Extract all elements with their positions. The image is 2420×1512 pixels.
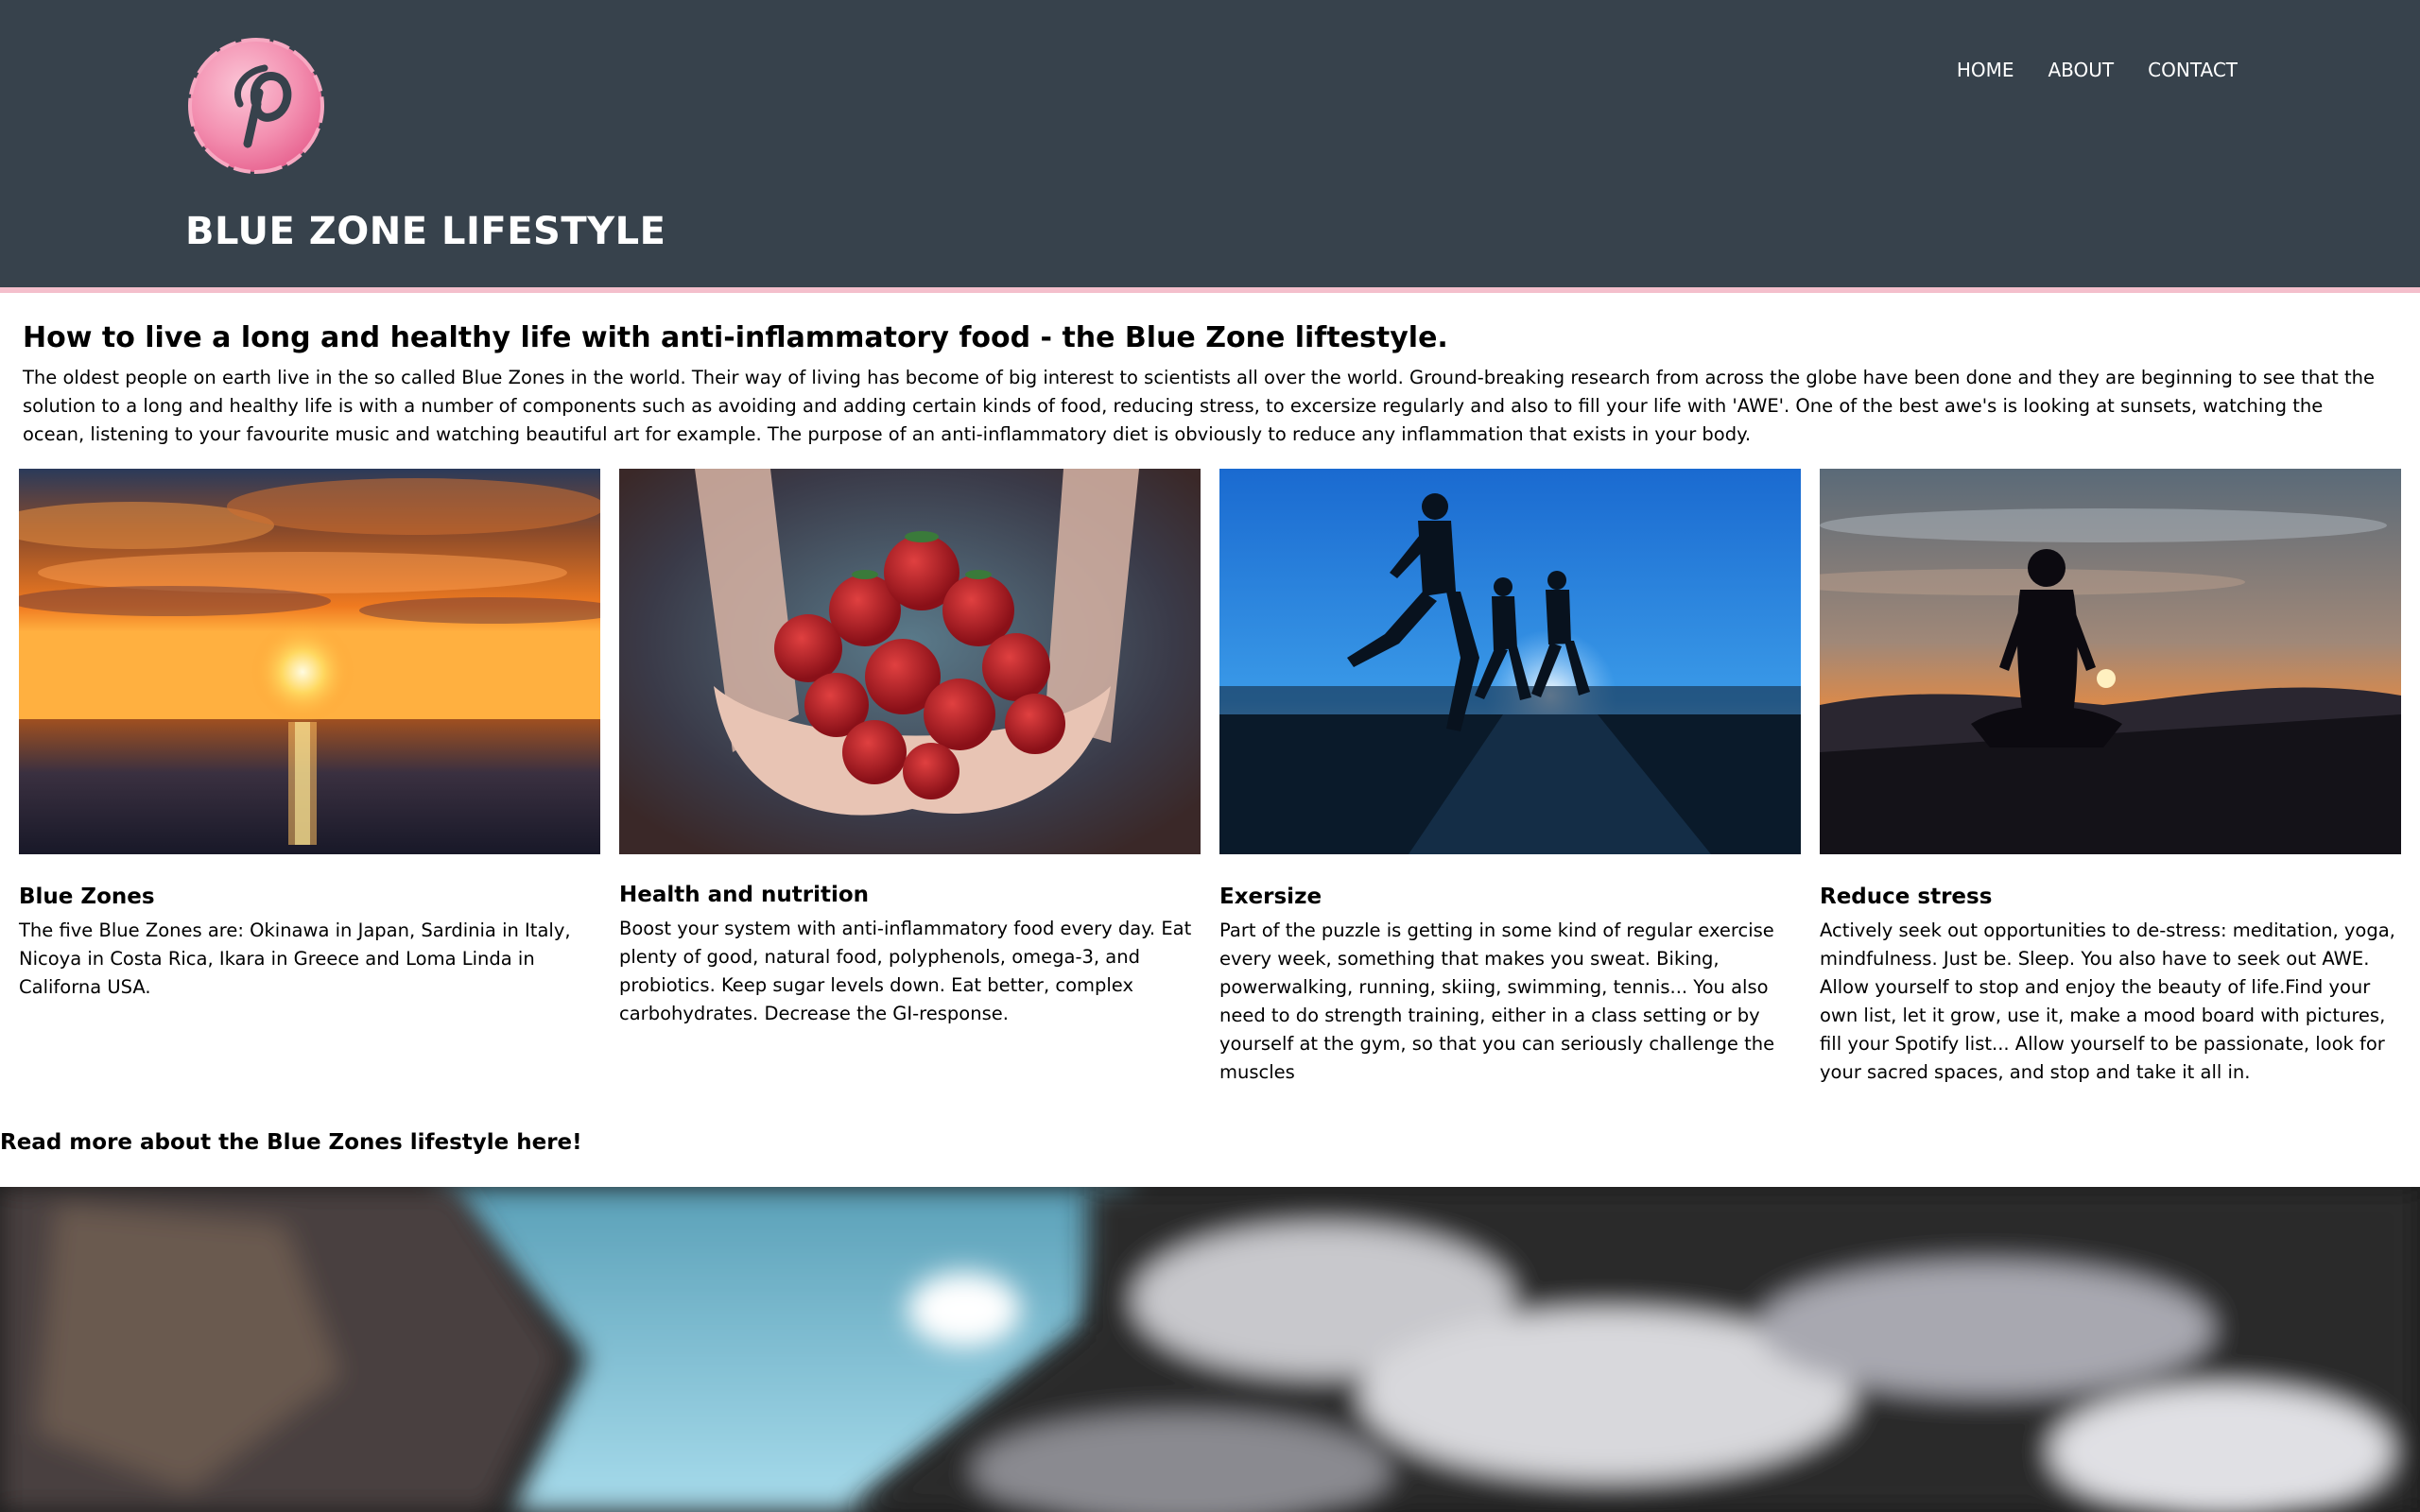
pinterest-icon[interactable] <box>185 38 327 175</box>
card-title: Exersize <box>1219 885 1322 909</box>
intro-section: How to live a long and healthy life with… <box>23 321 2386 449</box>
card-title: Health and nutrition <box>619 883 870 907</box>
card-title: Blue Zones <box>19 885 155 909</box>
intro-text: The oldest people on earth live in the s… <box>23 367 2376 445</box>
meditation-sunset-photo <box>1820 469 2401 854</box>
card-text: Actively seek out opportunities to de-st… <box>1820 919 2395 1083</box>
card-exersize: Exersize Part of the puzzle is getting i… <box>1219 469 1801 1087</box>
main-nav: HOME ABOUT CONTACT <box>1957 59 2238 81</box>
nav-contact-link[interactable]: CONTACT <box>2148 59 2238 81</box>
intro-heading: How to live a long and healthy life with… <box>23 321 1448 354</box>
card-health-nutrition: Health and nutrition Boost your system w… <box>619 469 1201 1087</box>
card-reduce-stress: Reduce stress Actively seek out opportun… <box>1820 469 2401 1087</box>
waterfall-rocks-photo <box>0 1187 2420 1512</box>
card-title: Reduce stress <box>1820 885 1993 909</box>
strawberries-in-hands-photo <box>619 469 1201 854</box>
card-text: Boost your system with anti-inflammatory… <box>619 918 1192 1024</box>
ocean-sunset-photo <box>19 469 600 854</box>
nav-home-link[interactable]: HOME <box>1957 59 2014 81</box>
nav-about-link[interactable]: ABOUT <box>2048 59 2115 81</box>
card-blue-zones: Blue Zones The five Blue Zones are: Okin… <box>19 469 600 1087</box>
runners-silhouette-photo <box>1219 469 1801 854</box>
read-more-link[interactable]: Read more about the Blue Zones lifestyle… <box>0 1130 582 1155</box>
card-text: The five Blue Zones are: Okinawa in Japa… <box>19 919 571 998</box>
feature-cards: Blue Zones The five Blue Zones are: Okin… <box>19 469 2401 1087</box>
site-title: BLUE ZONE LIFESTYLE <box>185 210 666 253</box>
card-text: Part of the puzzle is getting in some ki… <box>1219 919 1775 1083</box>
site-header: BLUE ZONE LIFESTYLE HOME ABOUT CONTACT <box>0 0 2420 293</box>
